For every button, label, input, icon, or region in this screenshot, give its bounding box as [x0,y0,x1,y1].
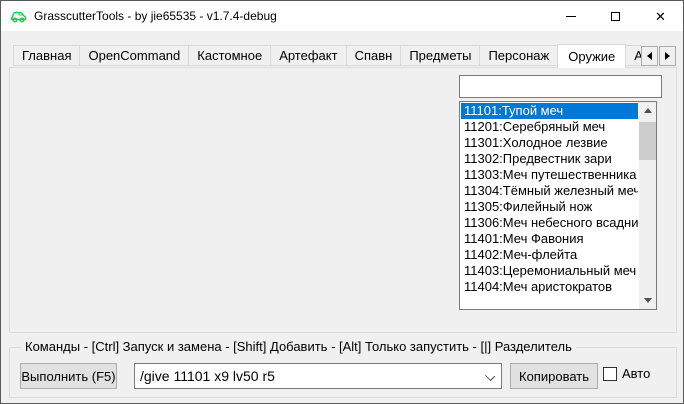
copy-command-button[interactable]: Копировать [510,363,598,389]
dropdown-chevron-icon[interactable] [485,371,495,381]
list-item[interactable]: 11303:Меч путешественника [461,167,638,183]
list-item[interactable]: 11302:Предвестник зари [461,151,638,167]
auto-checkbox[interactable] [603,367,617,381]
auto-checkbox-label: Авто [622,366,650,381]
list-scrollbar[interactable] [639,102,656,309]
tab-akkaunt[interactable]: Аккаунт [625,45,641,66]
tab-personazh[interactable]: Персонаж [479,45,558,66]
weapon-list-items: 11101:Тупой меч 11201:Серебряный меч 113… [461,103,638,308]
list-item[interactable]: 11301:Холодное лезвие [461,135,638,151]
tab-scroll-left-icon [647,52,652,60]
commands-groupbox-title: Команды - [Ctrl] Запуск и замена - [Shif… [21,339,576,354]
scrollbar-down-button[interactable] [639,292,656,309]
tab-spavn[interactable]: Спавн [346,45,402,66]
weapon-search-input[interactable] [459,75,662,98]
tab-scroll-left-button[interactable] [641,46,658,66]
minimize-icon [566,16,576,17]
tab-glavnaya[interactable]: Главная [13,45,80,66]
close-icon: ✕ [655,10,666,23]
list-item[interactable]: 11401:Меч Фавония [461,231,638,247]
tab-scroll-right-icon [665,52,670,60]
auto-checkbox-group: Авто [603,366,650,381]
command-input[interactable] [135,364,475,388]
window-title: GrasscutterTools - by jie65535 - v1.7.4-… [34,9,277,23]
window-controls: ✕ [548,1,683,31]
minimize-button[interactable] [548,1,593,31]
scrollbar-up-button[interactable] [639,102,656,119]
app-window: GrasscutterTools - by jie65535 - v1.7.4-… [0,0,684,404]
maximize-icon [611,12,620,21]
list-item[interactable]: 11201:Серебряный меч [461,119,638,135]
tab-oruzhie[interactable]: Оружие [557,44,626,68]
list-item[interactable]: 11403:Церемониальный меч [461,263,638,279]
list-item[interactable]: 11304:Тёмный железный меч [461,183,638,199]
maximize-button[interactable] [593,1,638,31]
tab-kastomnoe[interactable]: Кастомное [188,45,271,66]
commands-groupbox: Команды - [Ctrl] Запуск и замена - [Shif… [9,347,677,398]
weapon-list: 11101:Тупой меч 11201:Серебряный меч 113… [459,101,657,310]
list-item[interactable]: 11306:Меч небесного всадника [461,215,638,231]
tab-opencommand[interactable]: OpenCommand [79,45,189,66]
list-item[interactable]: 11305:Филейный нож [461,199,638,215]
close-button[interactable]: ✕ [638,1,683,31]
tab-scroll-right-button[interactable] [659,46,676,66]
tab-artefakt[interactable]: Артефакт [270,45,346,66]
tab-strip: Главная OpenCommand Кастомное Артефакт С… [13,44,641,68]
titlebar: GrasscutterTools - by jie65535 - v1.7.4-… [1,1,683,31]
list-item[interactable]: 11404:Меч аристократов [461,279,638,295]
scrollbar-thumb[interactable] [639,122,656,160]
command-combobox[interactable] [134,363,502,389]
run-command-button[interactable]: Выполнить (F5) [20,363,117,389]
list-item[interactable]: 11402:Меч-флейта [461,247,638,263]
list-item[interactable]: 11101:Тупой меч [461,103,638,119]
app-car-icon [10,9,27,24]
scrollbar-up-icon [644,108,652,113]
tab-predmety[interactable]: Предметы [400,45,480,66]
scrollbar-down-icon [644,298,652,303]
